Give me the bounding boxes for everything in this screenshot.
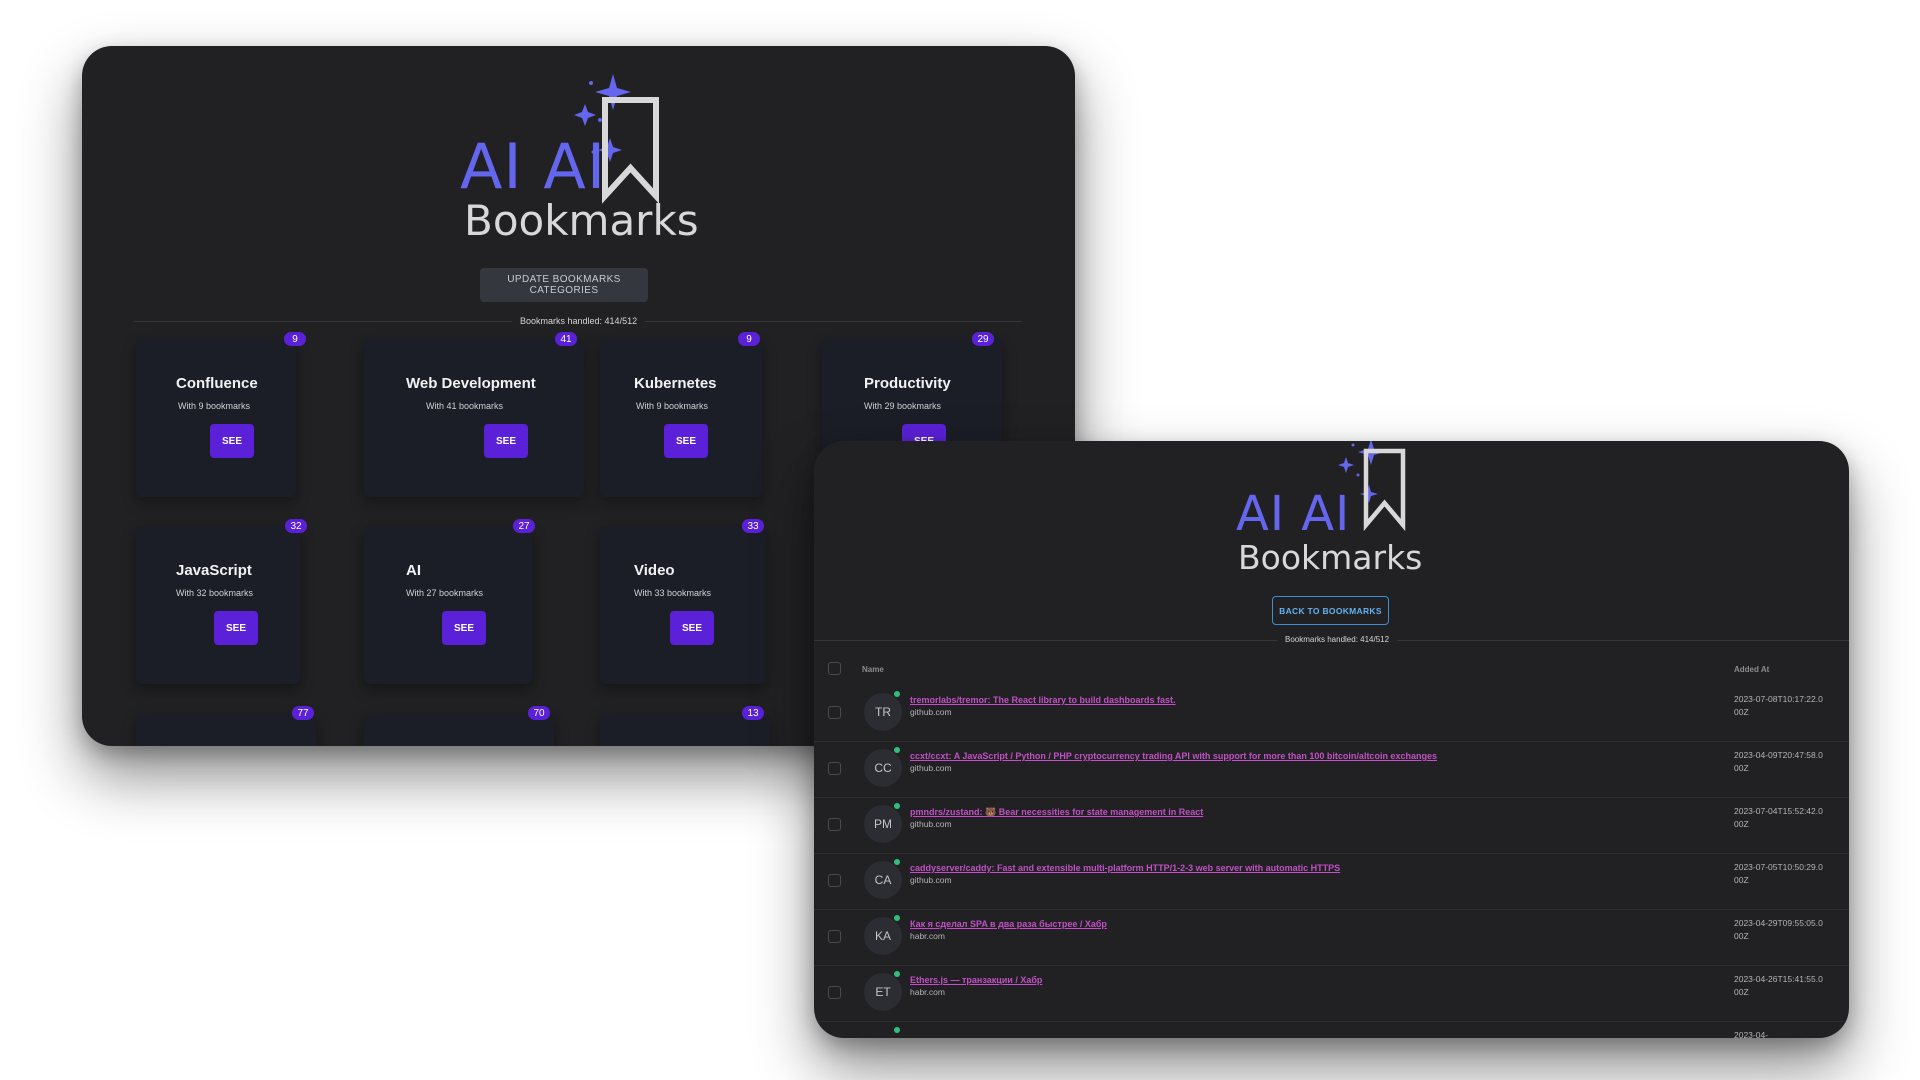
category-subtitle: With 9 bookmarks — [636, 401, 709, 411]
app-logo: AI AI Bookmarks — [1236, 441, 1456, 581]
category-card-kubernetes: Kubernetes With 9 bookmarks SEE — [600, 339, 762, 497]
see-button[interactable]: SEE — [214, 611, 258, 645]
table-row: CC ccxt/ccxt: A JavaScript / Python / PH… — [814, 741, 1849, 798]
bookmark-link[interactable]: Ethers.js — транзакции / Хабр — [910, 975, 1042, 985]
bookmarks-handled-text: Bookmarks handled: 414/512 — [1277, 635, 1398, 644]
category-subtitle: With 41 bookmarks — [426, 401, 504, 411]
status-dot — [894, 1027, 900, 1033]
status-dot — [894, 971, 900, 977]
category-card-video: Video With 33 bookmarks SEE — [600, 526, 766, 684]
column-header-name[interactable]: Name — [862, 665, 884, 674]
avatar: KA — [864, 917, 902, 955]
count-badge: 32 — [285, 519, 307, 533]
category-title: Video — [634, 562, 675, 579]
category-title: Confluence — [176, 375, 258, 392]
bookmarks-handled-text: Bookmarks handled: 414/512 — [512, 316, 646, 326]
status-dot — [894, 859, 900, 865]
category-card — [136, 714, 316, 746]
table-row: ET Ethers.js — транзакции / Хабр habr.co… — [814, 965, 1849, 1022]
avatar: TR — [864, 693, 902, 731]
bookmark-domain: github.com — [910, 763, 952, 773]
see-button[interactable]: SEE — [484, 424, 528, 458]
logo-ai-text: AI AI — [1236, 486, 1351, 542]
row-checkbox[interactable] — [828, 762, 841, 775]
avatar: CA — [864, 861, 902, 899]
avatar: CC — [864, 749, 902, 787]
count-badge: 77 — [292, 706, 314, 720]
select-all-checkbox[interactable] — [828, 662, 841, 675]
category-subtitle: With 27 bookmarks — [406, 588, 484, 598]
bookmark-domain: github.com — [910, 819, 952, 829]
added-at: 2023-07-04T15:52:42.000Z — [1734, 806, 1823, 829]
status-dot — [894, 691, 900, 697]
row-checkbox[interactable] — [828, 874, 841, 887]
category-title: Productivity — [864, 375, 951, 392]
bookmark-link[interactable]: Как я сделал SPA в два раза быстрее / Ха… — [910, 919, 1107, 929]
logo-bookmarks-text: Bookmarks — [464, 196, 699, 245]
column-header-added-at[interactable]: Added At — [1734, 665, 1769, 674]
avatar: PM — [864, 805, 902, 843]
table-row: PM pmndrs/zustand: 🐻 Bear necessities fo… — [814, 797, 1849, 854]
count-badge: 70 — [528, 706, 550, 720]
category-subtitle: With 32 bookmarks — [176, 588, 254, 598]
category-subtitle: With 33 bookmarks — [634, 588, 712, 598]
count-badge: 27 — [513, 519, 535, 533]
bookmark-link[interactable]: tremorlabs/tremor: The React library to … — [910, 695, 1176, 705]
category-title: Web Development — [406, 375, 536, 392]
category-title: AI — [406, 562, 421, 579]
status-dot — [894, 915, 900, 921]
category-subtitle: With 29 bookmarks — [864, 401, 942, 411]
added-at: 2023-04-26T15:41:55.000Z — [1734, 974, 1823, 997]
update-categories-button[interactable]: UPDATE BOOKMARKS CATEGORIES — [480, 268, 648, 302]
bookmark-link[interactable]: pmndrs/zustand: 🐻 Bear necessities for s… — [910, 807, 1203, 818]
bookmark-domain: github.com — [910, 707, 952, 717]
see-button[interactable]: SEE — [442, 611, 486, 645]
count-badge: 41 — [555, 332, 577, 346]
see-button[interactable]: SEE — [670, 611, 714, 645]
category-title: JavaScript — [176, 562, 252, 579]
added-at: 2023-04- — [1734, 1030, 1769, 1038]
category-card-confluence: Confluence With 9 bookmarks SEE — [136, 339, 296, 497]
category-card-ai: AI With 27 bookmarks SEE — [364, 526, 532, 684]
bookmark-link[interactable]: ccxt/ccxt: A JavaScript / Python / PHP c… — [910, 751, 1437, 761]
bookmark-domain: habr.com — [910, 987, 945, 997]
count-badge: 9 — [738, 332, 760, 346]
see-button[interactable]: SEE — [664, 424, 708, 458]
row-checkbox[interactable] — [828, 986, 841, 999]
bookmark-link[interactable]: caddyserver/caddy: Fast and extensible m… — [910, 863, 1340, 873]
category-subtitle: With 9 bookmarks — [178, 401, 251, 411]
status-dot — [894, 747, 900, 753]
category-card — [364, 714, 554, 746]
logo-ai-text: AI AI — [460, 130, 607, 203]
row-checkbox[interactable] — [828, 930, 841, 943]
added-at: 2023-04-09T20:47:58.000Z — [1734, 750, 1823, 773]
status-dot — [894, 803, 900, 809]
bookmarks-window: AI AI Bookmarks BACK TO BOOKMARKS Bookma… — [814, 441, 1849, 1038]
table-row: KA Как я сделал SPA в два раза быстрее /… — [814, 909, 1849, 966]
row-checkbox[interactable] — [828, 706, 841, 719]
category-card-javascript: JavaScript With 32 bookmarks SEE — [136, 526, 300, 684]
avatar: ET — [864, 973, 902, 1011]
bookmark-domain: github.com — [910, 875, 952, 885]
see-button[interactable]: SEE — [210, 424, 254, 458]
count-badge: 29 — [972, 332, 994, 346]
table-row: 2023-04- — [814, 1021, 1849, 1038]
table-row: CA caddyserver/caddy: Fast and extensibl… — [814, 853, 1849, 910]
row-checkbox[interactable] — [828, 818, 841, 831]
added-at: 2023-07-08T10:17:22.000Z — [1734, 694, 1823, 717]
back-to-bookmarks-button[interactable]: BACK TO BOOKMARKS — [1272, 596, 1389, 625]
added-at: 2023-07-05T10:50:29.000Z — [1734, 862, 1823, 885]
added-at: 2023-04-29T09:55:05.000Z — [1734, 918, 1823, 941]
table-row: TR tremorlabs/tremor: The React library … — [814, 685, 1849, 742]
count-badge: 33 — [742, 519, 764, 533]
count-badge: 13 — [742, 706, 764, 720]
category-card-web-development: Web Development With 41 bookmarks SEE — [364, 339, 584, 497]
bookmark-domain: habr.com — [910, 931, 945, 941]
category-title: Kubernetes — [634, 375, 717, 392]
bookmarks-table-body: TR tremorlabs/tremor: The React library … — [814, 685, 1849, 1038]
count-badge: 9 — [284, 332, 306, 346]
app-logo: AI AI Bookmarks — [460, 68, 699, 253]
logo-bookmarks-text: Bookmarks — [1238, 538, 1423, 577]
